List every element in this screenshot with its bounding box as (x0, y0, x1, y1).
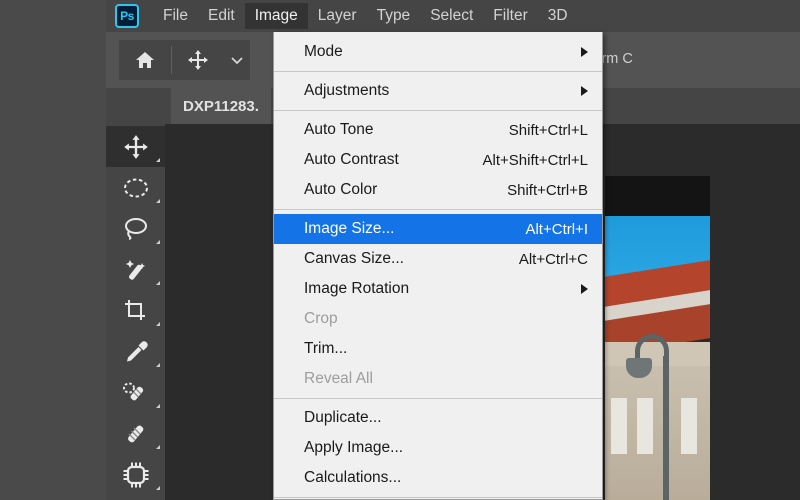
tool-group-indicator-icon (156, 322, 160, 326)
menu-item-label: Auto Tone (304, 121, 374, 138)
eyedropper-tool[interactable] (106, 331, 165, 372)
menu-item-calculations[interactable]: Calculations... (274, 463, 602, 493)
home-icon[interactable] (119, 40, 171, 80)
menu-separator (274, 209, 602, 210)
menu-item-auto-tone[interactable]: Auto Tone Shift+Ctrl+L (274, 115, 602, 145)
crop-tool[interactable] (106, 290, 165, 331)
menu-item-apply-image[interactable]: Apply Image... (274, 433, 602, 463)
submenu-arrow-icon (581, 47, 588, 57)
menu-bar-item-file[interactable]: File (153, 3, 198, 29)
menu-item-mode[interactable]: Mode (274, 37, 602, 67)
menu-item-label: Mode (304, 43, 343, 60)
photoshop-window: ▸▸ · · · · (106, 0, 800, 500)
menu-separator (274, 398, 602, 399)
document-tab[interactable]: DXP11283. (171, 88, 271, 124)
tools-panel: ▸▸ · · · · (106, 88, 165, 500)
desktop-background (0, 0, 106, 500)
logo-text: Ps (120, 9, 134, 23)
menu-item-shortcut: Alt+Ctrl+I (525, 220, 588, 238)
image-menu-dropdown[interactable]: Mode Adjustments Auto Tone Shift+Ctrl+L Auto… (273, 32, 603, 500)
menu-item-shortcut: Alt+Shift+Ctrl+L (482, 151, 588, 169)
menu-item-label: Trim... (304, 340, 348, 357)
elliptical-marquee-tool[interactable] (106, 167, 165, 208)
menu-item-shortcut: Shift+Ctrl+L (508, 121, 588, 139)
menu-item-adjustments[interactable]: Adjustments (274, 76, 602, 106)
menu-item-label: Reveal All (304, 370, 373, 387)
building-photo (605, 216, 710, 500)
menu-item-label: Calculations... (304, 469, 402, 486)
menu-separator (274, 71, 602, 72)
menu-item-auto-color[interactable]: Auto Color Shift+Ctrl+B (274, 175, 602, 205)
menu-bar-item-type[interactable]: Type (367, 3, 421, 29)
menu-item-label: Crop (304, 310, 338, 327)
move-tool-icon[interactable] (172, 40, 224, 80)
menu-bar: Ps File Edit Image Layer Type Select Filter 3D (106, 0, 800, 32)
menu-item-shortcut: Shift+Ctrl+B (507, 181, 588, 199)
tool-group-indicator-icon (156, 281, 160, 285)
menu-item-shortcut: Alt+Ctrl+C (518, 250, 588, 268)
tool-group-indicator-icon (156, 158, 160, 162)
menu-item-label: Adjustments (304, 82, 390, 99)
spot-healing-brush-tool[interactable] (106, 372, 165, 413)
chevron-down-icon[interactable] (224, 40, 250, 80)
menu-item-label: Image Size... (304, 220, 395, 237)
menu-item-canvas-size[interactable]: Canvas Size... Alt+Ctrl+C (274, 244, 602, 274)
move-tool[interactable] (106, 126, 165, 167)
menu-bar-items: File Edit Image Layer Type Select Filter 3D (153, 0, 578, 32)
menu-bar-item-filter[interactable]: Filter (483, 3, 537, 29)
menu-bar-item-image[interactable]: Image (244, 3, 308, 29)
brush-tool[interactable] (106, 413, 165, 454)
menu-bar-item-edit[interactable]: Edit (198, 3, 245, 29)
menu-item-image-rotation[interactable]: Image Rotation (274, 274, 602, 304)
tool-group-indicator-icon (156, 363, 160, 367)
canvas-dark-band (605, 176, 710, 216)
clone-stamp-tool[interactable] (106, 454, 165, 495)
magic-wand-tool[interactable] (106, 249, 165, 290)
menu-item-label: Image Rotation (304, 280, 410, 297)
menu-item-label: Auto Color (304, 181, 378, 198)
tool-group-indicator-icon (156, 445, 160, 449)
street-lamp-pole (663, 356, 669, 500)
photo-window (611, 398, 627, 454)
menu-bar-item-select[interactable]: Select (420, 3, 483, 29)
photoshop-screenshot: ▸▸ · · · · (0, 0, 800, 500)
menu-item-auto-contrast[interactable]: Auto Contrast Alt+Shift+Ctrl+L (274, 145, 602, 175)
tool-group-indicator-icon (156, 240, 160, 244)
menu-item-label: Duplicate... (304, 409, 382, 426)
photo-window (681, 398, 697, 454)
menu-separator (274, 110, 602, 111)
menu-bar-item-layer[interactable]: Layer (308, 3, 367, 29)
menu-item-trim[interactable]: Trim... (274, 334, 602, 364)
submenu-arrow-icon (581, 86, 588, 96)
menu-separator (274, 497, 602, 498)
menu-item-label: Canvas Size... (304, 250, 404, 267)
tool-group-indicator-icon (156, 199, 160, 203)
menu-item-duplicate[interactable]: Duplicate... (274, 403, 602, 433)
tool-group-indicator-icon (156, 486, 160, 490)
menu-item-image-size[interactable]: Image Size... Alt+Ctrl+I (274, 214, 602, 244)
menu-item-reveal-all: Reveal All (274, 364, 602, 394)
menu-item-label: Auto Contrast (304, 151, 399, 168)
tool-group-indicator-icon (156, 404, 160, 408)
options-bar-group (119, 40, 250, 80)
menu-item-label: Apply Image... (304, 439, 404, 456)
lasso-tool[interactable] (106, 208, 165, 249)
photo-window (637, 398, 653, 454)
document-tab-title: DXP11283. (183, 97, 259, 115)
menu-bar-item-3d[interactable]: 3D (538, 3, 578, 29)
menu-item-crop: Crop (274, 304, 602, 334)
submenu-arrow-icon (581, 284, 588, 294)
photoshop-logo-icon: Ps (115, 4, 139, 28)
